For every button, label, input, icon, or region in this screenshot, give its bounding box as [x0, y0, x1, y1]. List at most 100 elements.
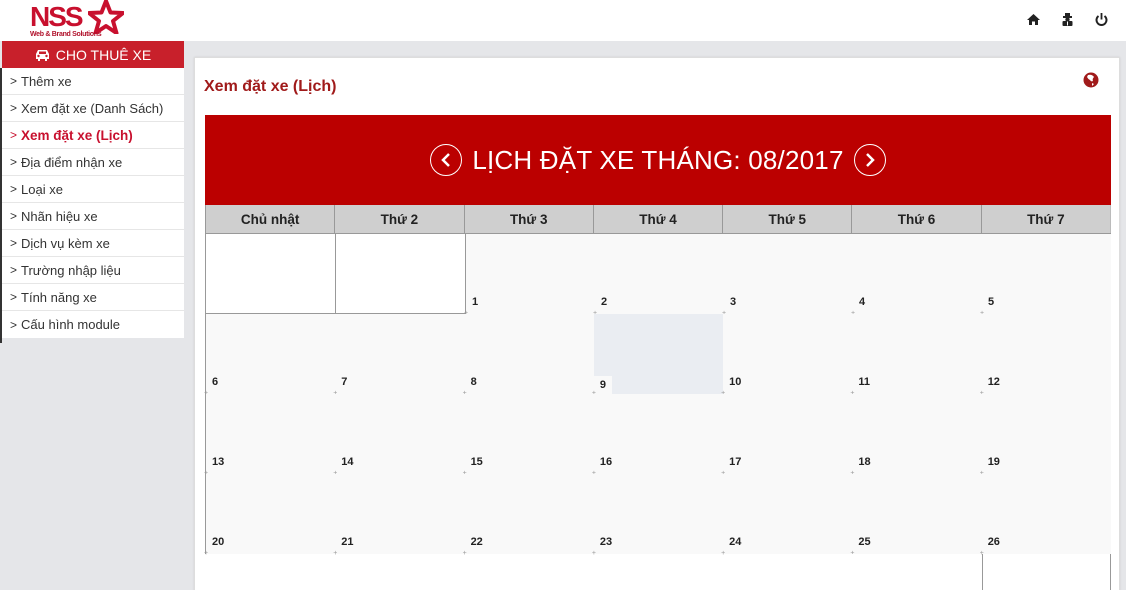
day-number[interactable]: 11 — [858, 376, 870, 388]
chevron-right-icon: > — [10, 128, 18, 142]
sidebar-item-label: Dịch vụ kèm xe — [21, 235, 110, 251]
calendar-day-cell[interactable]: 22 + — [462, 474, 594, 557]
day-number[interactable]: 18 — [858, 456, 870, 468]
sidebar-item-tinh-nang-xe[interactable]: > Tính năng xe — [2, 284, 184, 311]
day-number[interactable]: 25 — [858, 536, 870, 548]
nss-logo[interactable]: NSS Web & Brand Solutions — [30, 0, 130, 40]
calendar-day-cell[interactable]: 6+ — [204, 314, 336, 397]
chevron-right-icon: > — [10, 263, 18, 277]
calendar-day-cell[interactable]: 15+ — [463, 394, 594, 477]
day-number[interactable]: 13 — [212, 456, 224, 468]
sidebar-item-truong-nhap-lieu[interactable]: > Trường nhập liệu — [2, 257, 184, 284]
car-icon — [35, 49, 49, 61]
sidebar-item-label: Xem đặt xe (Lịch) — [21, 127, 133, 143]
next-month-button[interactable] — [853, 144, 886, 176]
calendar-day-cell[interactable]: 25+ — [850, 474, 982, 590]
calendar-day-cell[interactable]: 19+ — [980, 394, 1111, 477]
user-icon[interactable] — [1050, 10, 1084, 28]
sidebar-item-xem-dat-xe-danh-sach[interactable]: > Xem đặt xe (Danh Sách) — [2, 95, 184, 122]
day-number[interactable]: 10 — [729, 376, 741, 388]
day-number[interactable]: 20 — [212, 536, 224, 548]
calendar-day-cell[interactable]: 26+ — [980, 474, 1111, 590]
calendar-day-cell[interactable]: 1+ — [464, 234, 595, 317]
sidebar-item-them-xe[interactable]: > Thêm xe — [2, 68, 184, 95]
weekday-header: Thứ 7 — [982, 205, 1111, 233]
page-title: Xem đặt xe (Lịch) — [204, 78, 337, 95]
sidebar-item-label: Tính năng xe — [21, 289, 97, 305]
sidebar-header[interactable]: CHO THUÊ XE — [2, 41, 184, 68]
day-number[interactable]: 14 — [341, 456, 353, 468]
day-number[interactable]: 7 — [341, 376, 347, 388]
day-number[interactable]: 15 — [471, 456, 483, 468]
calendar-grid: Chủ nhật Thứ 2 Thứ 3 Thứ 4 Thứ 5 Thứ 6 T… — [204, 205, 1111, 590]
day-number[interactable]: 2 — [601, 296, 607, 308]
cell-corner-mark: + — [333, 550, 338, 557]
sidebar-item-label: Loại xe — [21, 181, 63, 197]
sidebar: CHO THUÊ XE > Thêm xe > Xem đặt xe (Danh S… — [0, 41, 184, 338]
calendar-day-cell[interactable]: 21 + — [333, 474, 465, 557]
chevron-right-icon: > — [10, 290, 18, 304]
weekday-header: Thứ 2 — [335, 205, 465, 233]
chevron-right-icon: > — [10, 182, 18, 196]
calendar-day-cell[interactable]: 13+ — [204, 394, 336, 477]
day-number[interactable]: 12 — [988, 376, 1000, 388]
day-number[interactable]: 26 — [988, 536, 1000, 548]
day-number[interactable]: 4 — [859, 296, 865, 308]
day-number[interactable]: 1 — [472, 296, 478, 308]
cell-corner-mark: + — [721, 550, 726, 557]
calendar-day-cell[interactable]: 3+ — [722, 234, 853, 317]
logo-text: NSS — [30, 1, 84, 32]
day-number[interactable]: 9 — [593, 376, 612, 394]
day-number[interactable]: 3 — [730, 296, 736, 308]
day-number[interactable]: 17 — [729, 456, 741, 468]
calendar-day-cell[interactable]: 10+ — [721, 314, 853, 397]
weekday-header: Thứ 5 — [723, 205, 853, 233]
globe-icon[interactable] — [1083, 72, 1099, 88]
day-number[interactable]: 23 — [600, 536, 612, 548]
calendar-header: LỊCH ĐẶT XE THÁNG: 08/2017 — [205, 115, 1111, 205]
cell-corner-mark: + — [591, 550, 596, 557]
calendar-day-cell[interactable]: 23 + — [591, 474, 724, 557]
power-icon[interactable] — [1084, 10, 1118, 28]
sidebar-menu: > Thêm xe > Xem đặt xe (Danh Sách) > Xem đặ… — [2, 68, 184, 338]
day-number[interactable]: 16 — [600, 456, 612, 468]
sidebar-item-nhan-hieu-xe[interactable]: > Nhãn hiệu xe — [2, 203, 184, 230]
cell-corner-mark: + — [462, 550, 467, 557]
sidebar-item-dia-diem-nhan-xe[interactable]: > Địa điểm nhận xe — [2, 149, 184, 176]
day-number[interactable]: 19 — [988, 456, 1000, 468]
day-number[interactable]: 24 — [729, 536, 741, 548]
sidebar-item-label: Trường nhập liệu — [21, 262, 121, 278]
calendar-day-cell[interactable]: 24 + — [721, 474, 853, 557]
calendar-day-cell[interactable]: 18+ — [850, 394, 982, 477]
calendar-day-cell[interactable]: 20 + — [204, 474, 336, 557]
calendar-day-cell[interactable]: 11+ — [850, 314, 982, 397]
sidebar-item-xem-dat-xe-lich[interactable]: > Xem đặt xe (Lịch) — [2, 122, 184, 149]
calendar-day-cell[interactable]: 5+ — [980, 234, 1111, 317]
day-number[interactable]: 5 — [988, 296, 994, 308]
logo-tagline: Web & Brand Solutions — [30, 31, 102, 38]
calendar-day-cell[interactable]: 16+ — [592, 394, 724, 477]
day-number[interactable]: 22 — [471, 536, 483, 548]
sidebar-item-label: Địa điểm nhận xe — [21, 154, 123, 170]
home-icon[interactable] — [1016, 10, 1050, 28]
weekday-header: Thứ 3 — [465, 205, 594, 233]
calendar-day-cell[interactable]: 14+ — [333, 394, 465, 477]
prev-month-button[interactable] — [430, 144, 463, 176]
calendar-day-cell[interactable]: 9+ — [592, 314, 724, 397]
sidebar-item-cau-hinh-module[interactable]: > Cấu hình module — [2, 311, 184, 338]
calendar-day-cell[interactable]: 7+ — [333, 314, 465, 397]
calendar-day-cell[interactable]: 4+ — [851, 234, 982, 317]
day-number[interactable]: 6 — [212, 376, 218, 388]
weekday-header-row: Chủ nhật Thứ 2 Thứ 3 Thứ 4 Thứ 5 Thứ 6 T… — [205, 205, 1111, 234]
day-number[interactable]: 21 — [341, 536, 353, 548]
sidebar-item-dich-vu-kem-xe[interactable]: > Dịch vụ kèm xe — [2, 230, 184, 257]
day-number[interactable]: 8 — [471, 376, 477, 388]
chevron-right-icon: > — [10, 236, 18, 250]
calendar-day-cell[interactable]: 12+ — [980, 314, 1111, 397]
weekday-header: Thứ 4 — [594, 205, 724, 233]
sidebar-item-loai-xe[interactable]: > Loại xe — [2, 176, 184, 203]
calendar-day-cell[interactable]: 17+ — [721, 394, 853, 477]
calendar-title: LỊCH ĐẶT XE THÁNG: 08/2017 — [472, 144, 844, 175]
calendar-day-cell[interactable]: 2+ — [593, 234, 724, 317]
calendar-day-cell[interactable]: 8+ — [463, 314, 594, 397]
